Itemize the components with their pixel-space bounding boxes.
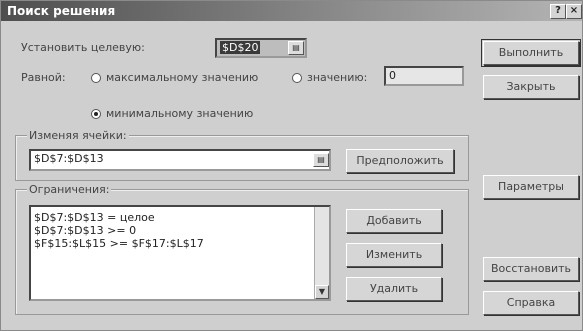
scroll-down-icon[interactable]: ▼ [315, 285, 329, 299]
radio-min[interactable] [91, 109, 101, 119]
radio-max-label: максимальному значению [106, 71, 259, 84]
value-input[interactable]: 0 [384, 66, 464, 86]
constraints-label: Ограничения: [27, 183, 112, 196]
list-item[interactable]: $D$7:$D$13 >= 0 [34, 224, 136, 237]
delete-button[interactable]: Удалить [346, 277, 442, 301]
solve-button[interactable]: Выполнить [481, 39, 581, 67]
collapse-dialog-icon[interactable]: ▤ [313, 153, 329, 167]
constraints-list[interactable]: $D$7:$D$13 = целое $D$7:$D$13 >= 0 $F$15… [29, 205, 331, 301]
add-button[interactable]: Добавить [346, 209, 442, 233]
guess-button[interactable]: Предположить [346, 149, 454, 173]
equal-to-label: Равной: [21, 71, 66, 84]
radio-min-label: минимальному значению [106, 107, 254, 120]
collapse-dialog-icon[interactable]: ▤ [288, 41, 304, 55]
changing-cells-label: Изменяя ячейки: [27, 129, 129, 142]
dialog-title: Поиск решения [7, 4, 116, 18]
reset-button[interactable]: Восстановить [483, 257, 579, 281]
options-button[interactable]: Параметры [483, 175, 579, 199]
list-item[interactable]: $F$15:$L$15 >= $F$17:$L$17 [34, 237, 204, 250]
change-button[interactable]: Изменить [346, 243, 442, 267]
radio-value[interactable] [292, 73, 302, 83]
close-button[interactable]: Закрыть [483, 75, 579, 99]
radio-value-label: значению: [307, 71, 368, 84]
title-bar[interactable]: Поиск решения ? × [1, 1, 582, 21]
scrollbar[interactable]: ▼ [314, 207, 329, 299]
solver-dialog: Поиск решения ? × Установить целевую: $D… [0, 0, 583, 331]
radio-max[interactable] [91, 73, 101, 83]
changing-cells-input[interactable]: $D$7:$D$13 [29, 149, 331, 171]
target-cell-label: Установить целевую: [21, 41, 145, 54]
help-icon[interactable]: ? [550, 4, 566, 19]
list-item[interactable]: $D$7:$D$13 = целое [34, 211, 155, 224]
close-icon[interactable]: × [566, 4, 582, 19]
target-cell-value: $D$20 [220, 41, 261, 54]
help-button[interactable]: Справка [483, 291, 579, 315]
